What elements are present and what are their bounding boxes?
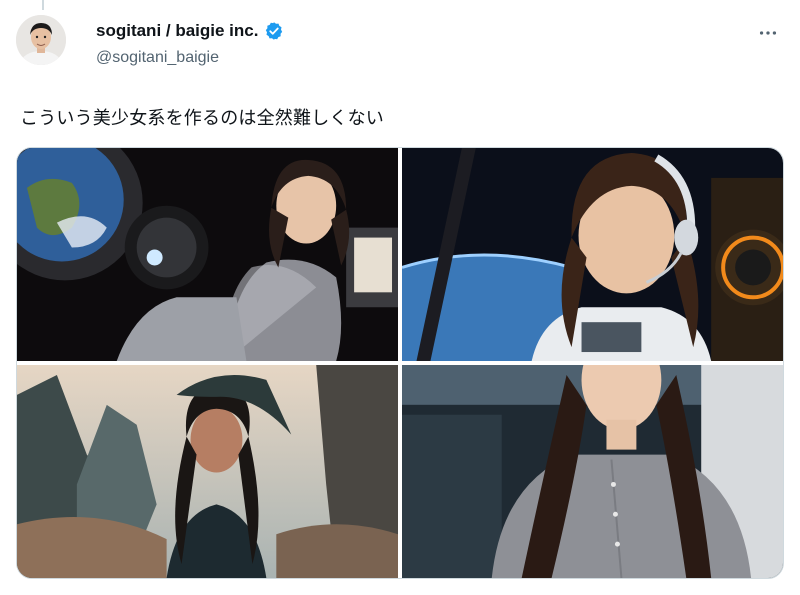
user-handle[interactable]: @sogitani_baigie bbox=[96, 49, 780, 67]
media-image-3[interactable] bbox=[17, 365, 398, 578]
media-image-1[interactable] bbox=[17, 148, 398, 361]
tweet-header: sogitani / baigie inc. @sogitani_baigie bbox=[96, 19, 780, 79]
avatar-photo bbox=[16, 15, 66, 65]
media-image-4[interactable] bbox=[402, 365, 783, 578]
avatar[interactable] bbox=[16, 15, 66, 65]
verified-badge-icon bbox=[264, 21, 284, 41]
more-options-icon[interactable] bbox=[756, 21, 780, 45]
tweet-text: こういう美少女系を作るのは全然難しくない bbox=[20, 108, 384, 129]
name-row: sogitani / baigie inc. bbox=[96, 19, 780, 43]
media-image-2[interactable] bbox=[402, 148, 783, 361]
display-name[interactable]: sogitani / baigie inc. bbox=[96, 21, 258, 41]
thread-connector-line bbox=[42, 0, 44, 10]
media-grid bbox=[16, 147, 784, 579]
